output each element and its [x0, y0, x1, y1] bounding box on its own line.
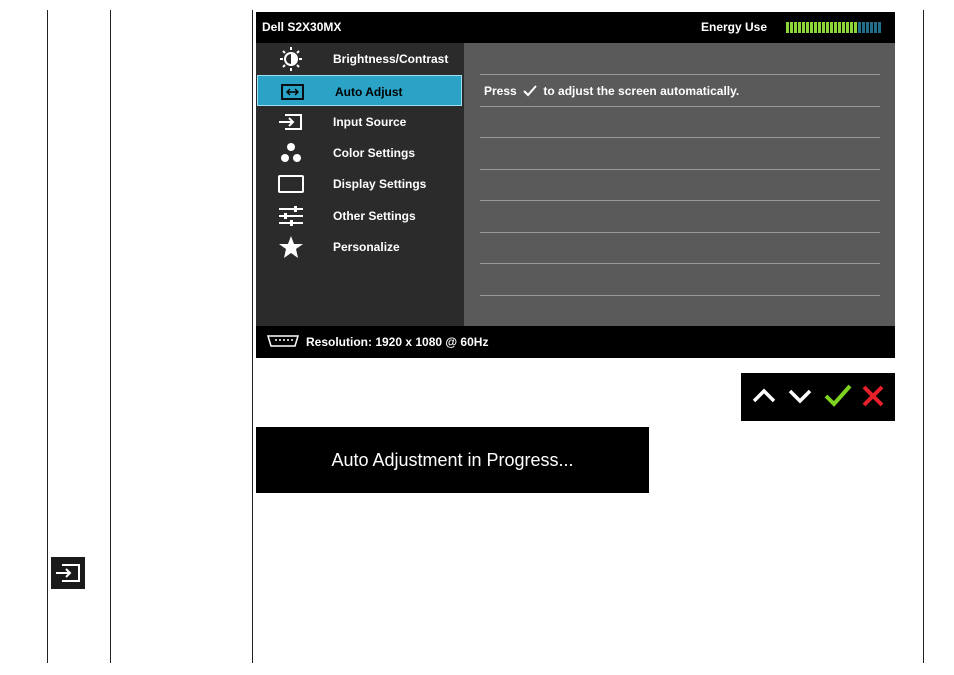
down-arrow-icon[interactable] — [785, 381, 815, 411]
energy-meter-segment — [858, 22, 861, 33]
energy-meter-segment — [810, 22, 813, 33]
divider — [480, 295, 880, 296]
divider — [480, 106, 880, 107]
energy-meter-segment — [802, 22, 805, 33]
menu-item-display-settings[interactable]: Display Settings — [256, 168, 464, 199]
energy-use-meter — [786, 22, 886, 33]
energy-meter-segment — [806, 22, 809, 33]
energy-meter-segment — [842, 22, 845, 33]
energy-meter-segment — [818, 22, 821, 33]
color-settings-icon — [276, 141, 306, 165]
energy-meter-segment — [874, 22, 877, 33]
auto-adjust-icon — [278, 80, 308, 104]
divider — [480, 74, 880, 75]
osd-header: Dell S2X30MX Energy Use — [256, 12, 895, 43]
front-panel-buttons — [741, 373, 895, 421]
energy-meter-segment — [790, 22, 793, 33]
energy-meter-segment — [866, 22, 869, 33]
auto-adjust-instruction: Press to adjust the screen automatically… — [484, 84, 740, 100]
divider — [480, 232, 880, 233]
model-name: Dell S2X30MX — [262, 20, 342, 34]
energy-meter-segment — [838, 22, 841, 33]
input-source-icon — [51, 557, 85, 589]
menu-item-auto-adjust[interactable]: Auto Adjust — [257, 75, 462, 106]
menu-item-label: Brightness/Contrast — [333, 52, 449, 66]
energy-meter-segment — [850, 22, 853, 33]
menu-item-label: Color Settings — [333, 146, 416, 160]
osd-content-panel: Press to adjust the screen automatically… — [464, 43, 895, 326]
energy-meter-segment — [794, 22, 797, 33]
table-border-2 — [110, 10, 111, 663]
other-settings-icon — [276, 204, 306, 228]
auto-adjust-progress-message: Auto Adjustment in Progress... — [256, 427, 649, 493]
resolution-readout: Resolution: 1920 x 1080 @ 60Hz — [306, 335, 489, 349]
energy-meter-segment — [834, 22, 837, 33]
energy-meter-segment — [854, 22, 857, 33]
osd-footer: Resolution: 1920 x 1080 @ 60Hz — [256, 326, 895, 358]
input-source-icon — [276, 110, 306, 134]
check-icon — [523, 85, 537, 100]
divider — [480, 169, 880, 170]
menu-item-brightness-contrast[interactable]: Brightness/Contrast — [256, 43, 464, 74]
star-icon — [276, 235, 306, 259]
energy-meter-segment — [826, 22, 829, 33]
display-settings-icon — [276, 172, 306, 196]
menu-item-label: Other Settings — [333, 209, 416, 223]
check-icon[interactable] — [823, 381, 853, 411]
menu-item-label: Personalize — [333, 240, 400, 254]
energy-meter-segment — [862, 22, 865, 33]
osd-window: Dell S2X30MX Energy Use Brightness/Contr… — [256, 12, 895, 358]
energy-meter-segment — [822, 22, 825, 33]
energy-meter-segment — [786, 22, 789, 33]
up-arrow-icon[interactable] — [749, 381, 779, 411]
energy-meter-segment — [798, 22, 801, 33]
energy-meter-segment — [870, 22, 873, 33]
close-icon[interactable] — [858, 381, 888, 411]
divider — [480, 200, 880, 201]
menu-item-label: Input Source — [333, 115, 407, 129]
brightness-icon — [276, 47, 306, 71]
menu-item-label: Auto Adjust — [335, 85, 403, 99]
menu-item-personalize[interactable]: Personalize — [256, 231, 464, 262]
vga-connector-icon — [266, 334, 300, 351]
menu-item-color-settings[interactable]: Color Settings — [256, 137, 464, 168]
energy-meter-segment — [878, 22, 881, 33]
divider — [480, 137, 880, 138]
energy-meter-segment — [814, 22, 817, 33]
divider — [480, 263, 880, 264]
table-border-right — [923, 10, 924, 663]
menu-item-input-source[interactable]: Input Source — [256, 106, 464, 137]
osd-menu: Brightness/Contrast Auto Adjust Input So… — [256, 43, 464, 326]
menu-item-other-settings[interactable]: Other Settings — [256, 200, 464, 231]
menu-item-label: Display Settings — [333, 177, 427, 191]
table-border-3 — [252, 10, 253, 663]
energy-use-label: Energy Use — [701, 20, 768, 34]
energy-meter-segment — [846, 22, 849, 33]
table-border-left — [47, 10, 48, 663]
energy-meter-segment — [830, 22, 833, 33]
